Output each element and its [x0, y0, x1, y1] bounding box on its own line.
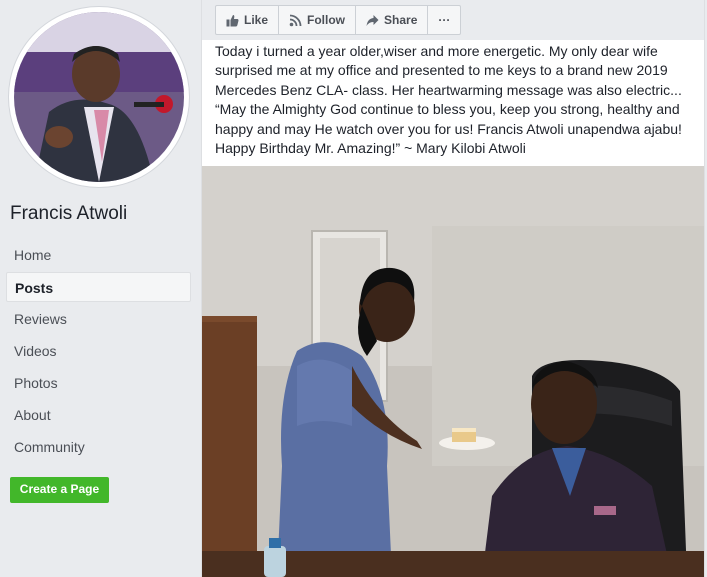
- sidebar-item-reviews[interactable]: Reviews: [6, 304, 191, 334]
- post-line: Today i turned a year older,wiser and mo…: [215, 43, 658, 59]
- post-line: Happy Birthday Mr. Amazing!” ~ Mary Kilo…: [215, 140, 526, 157]
- share-label: Share: [384, 13, 418, 27]
- post-line: happy and may He watch over you for us! …: [215, 120, 682, 137]
- more-dots-icon: ···: [438, 13, 451, 27]
- follow-button[interactable]: Follow: [279, 6, 357, 34]
- page-sidebar: Francis Atwoli Home Posts Reviews Videos…: [0, 0, 200, 577]
- create-page-button[interactable]: Create a Page: [10, 477, 109, 503]
- post-card: Like Follow Share ··· Today i turned a y…: [201, 0, 705, 577]
- share-button[interactable]: Share: [356, 6, 429, 34]
- post-line: surprised me at my office and presented …: [215, 62, 668, 79]
- post-message: Today i turned a year older,wiser and mo…: [215, 42, 691, 158]
- more-options-button[interactable]: ···: [428, 6, 460, 34]
- page-title: Francis Atwoli: [10, 203, 128, 224]
- profile-picture-frame: [9, 7, 189, 187]
- sidebar-item-photos[interactable]: Photos: [6, 368, 191, 398]
- like-label: Like: [244, 13, 269, 27]
- post-line: Mercedes Benz CLA- class. Her heartwarmi…: [215, 81, 682, 98]
- sidebar-item-posts[interactable]: Posts: [6, 272, 191, 302]
- sidebar-item-community[interactable]: Community: [6, 432, 191, 462]
- thumbs-up-icon: [226, 14, 239, 26]
- sidebar-item-videos[interactable]: Videos: [6, 336, 191, 366]
- share-arrow-icon: [366, 14, 379, 26]
- post-line: “May the Almighty God continue to bless …: [215, 101, 680, 118]
- action-strip: Like Follow Share ···: [202, 0, 704, 40]
- sidebar-item-home[interactable]: Home: [6, 240, 191, 270]
- follow-label: Follow: [307, 13, 346, 27]
- post-photo[interactable]: [202, 166, 704, 577]
- sidebar-item-about[interactable]: About: [6, 400, 191, 430]
- like-button[interactable]: Like: [216, 6, 280, 34]
- profile-picture[interactable]: [14, 12, 184, 182]
- rss-feed-icon: [289, 14, 302, 26]
- page-action-bar: Like Follow Share ···: [215, 5, 462, 35]
